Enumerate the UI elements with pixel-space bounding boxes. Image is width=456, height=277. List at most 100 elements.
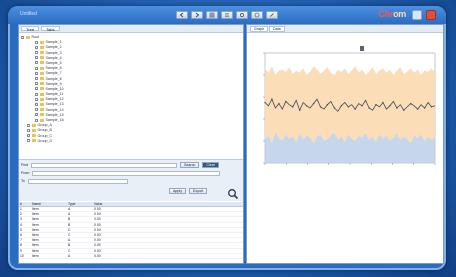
table-cell: Item bbox=[32, 212, 39, 217]
right-panel: Graph Data bbox=[246, 24, 444, 264]
expand-toggle-icon[interactable] bbox=[35, 40, 38, 44]
tree-item-label: Sample_9 bbox=[45, 81, 62, 86]
table-cell: 4 bbox=[20, 222, 22, 227]
line-chart bbox=[263, 52, 436, 165]
grid-icon bbox=[209, 12, 215, 18]
from-label: From bbox=[21, 171, 30, 175]
expand-toggle-icon[interactable] bbox=[35, 56, 38, 60]
folder-icon bbox=[40, 92, 44, 96]
table-cell: Item bbox=[32, 243, 39, 248]
table-cell: 3 bbox=[20, 217, 22, 222]
column-header[interactable]: # bbox=[19, 202, 31, 206]
tree-item-label: Sample_6 bbox=[45, 66, 62, 71]
table-cell: 9 bbox=[20, 248, 22, 253]
column-header[interactable]: Type bbox=[67, 202, 93, 206]
folder-icon bbox=[40, 118, 44, 122]
tree-view: Root Sample_1 Sample_2 Sample_3 Sample_4 Samp… bbox=[21, 35, 241, 157]
arrow-right-icon bbox=[195, 12, 200, 18]
to-input[interactable] bbox=[27, 178, 128, 184]
app-logo: Chrom bbox=[378, 9, 406, 19]
table-cell: A bbox=[68, 207, 71, 211]
apply-button[interactable]: Apply bbox=[169, 188, 186, 194]
expand-toggle-icon[interactable] bbox=[27, 134, 30, 138]
help-button[interactable] bbox=[251, 11, 263, 19]
find-input[interactable] bbox=[31, 162, 177, 168]
folder-icon bbox=[40, 102, 44, 106]
folder-icon bbox=[40, 51, 44, 55]
clear-button[interactable]: Clear bbox=[202, 162, 219, 168]
table-cell: 8 bbox=[20, 243, 22, 248]
expand-toggle-icon[interactable] bbox=[35, 61, 38, 65]
folder-icon bbox=[32, 128, 36, 132]
from-input[interactable] bbox=[32, 170, 221, 176]
expand-toggle-icon[interactable] bbox=[35, 77, 38, 81]
magnifier-icon[interactable] bbox=[227, 188, 239, 200]
expand-toggle-icon[interactable] bbox=[35, 108, 38, 112]
table-body: 1 Item A 0.00 2 Item A 0.00 3 Item B 0.00 4 Item B 0.00… bbox=[19, 207, 243, 259]
expand-toggle-icon[interactable] bbox=[21, 35, 24, 39]
table-cell: 0.00 bbox=[94, 217, 101, 222]
data-point bbox=[403, 109, 405, 111]
table-cell: 0.00 bbox=[94, 253, 101, 258]
data-point bbox=[264, 101, 266, 104]
back-button[interactable] bbox=[176, 11, 188, 19]
expand-toggle-icon[interactable] bbox=[35, 87, 38, 91]
folder-icon bbox=[40, 40, 44, 44]
export-button[interactable]: Export bbox=[189, 188, 208, 194]
data-point bbox=[368, 107, 370, 109]
data-point bbox=[430, 106, 433, 108]
list-button[interactable] bbox=[221, 11, 233, 19]
folder-icon bbox=[40, 97, 44, 101]
expand-toggle-icon[interactable] bbox=[27, 128, 30, 132]
table-cell: 0.00 bbox=[94, 227, 101, 232]
table-cell: B bbox=[68, 217, 71, 222]
folder-icon bbox=[40, 56, 44, 60]
folder-icon bbox=[40, 87, 44, 91]
tree-item[interactable]: Group_D bbox=[21, 139, 241, 144]
folder-icon bbox=[40, 113, 44, 117]
data-point bbox=[292, 106, 294, 108]
expand-toggle-icon[interactable] bbox=[35, 113, 38, 117]
question-icon bbox=[254, 12, 260, 18]
close-button[interactable] bbox=[426, 10, 436, 20]
data-point bbox=[416, 108, 419, 110]
expand-toggle-icon[interactable] bbox=[35, 51, 38, 55]
expand-toggle-icon[interactable] bbox=[35, 118, 38, 122]
tree-item-label: Sample_8 bbox=[45, 76, 62, 81]
folder-icon bbox=[40, 61, 44, 65]
folder-icon bbox=[40, 108, 44, 112]
grid-button[interactable] bbox=[206, 11, 218, 19]
expand-toggle-icon[interactable] bbox=[35, 82, 38, 86]
expand-toggle-icon[interactable] bbox=[27, 139, 30, 143]
tool-button[interactable] bbox=[266, 11, 278, 19]
table-row[interactable]: 10 Item A 0.00 bbox=[19, 254, 243, 259]
minimize-button[interactable] bbox=[412, 10, 422, 20]
tab-tree[interactable]: Tree bbox=[21, 26, 40, 32]
left-panel: Tree Tabs Root Sample_1 Sample_2 Sample_3 Sa… bbox=[18, 24, 244, 264]
expand-toggle-icon[interactable] bbox=[35, 71, 38, 75]
table-cell: 6 bbox=[20, 232, 22, 237]
data-point bbox=[382, 101, 384, 104]
settings-button[interactable] bbox=[236, 11, 248, 19]
expand-toggle-icon[interactable] bbox=[35, 66, 38, 70]
expand-toggle-icon[interactable] bbox=[35, 102, 38, 106]
data-point bbox=[271, 98, 273, 100]
column-header[interactable]: Name bbox=[31, 202, 67, 206]
tree-item-label: Sample_11 bbox=[45, 92, 64, 97]
table-cell: Item bbox=[32, 232, 39, 237]
table-cell: Item bbox=[32, 253, 39, 258]
search-button[interactable]: Search bbox=[180, 162, 200, 168]
table-cell: C bbox=[68, 232, 71, 237]
column-header[interactable]: Value bbox=[93, 202, 133, 206]
tree-item-label: Sample_5 bbox=[45, 60, 62, 65]
expand-toggle-icon[interactable] bbox=[35, 45, 38, 49]
tab-tabs[interactable]: Tabs bbox=[41, 26, 60, 32]
title-bar: Untitled Chrom bbox=[8, 6, 446, 24]
expand-toggle-icon[interactable] bbox=[35, 92, 38, 96]
folder-icon bbox=[32, 123, 36, 127]
table-cell: A bbox=[68, 212, 71, 217]
table-cell: Item bbox=[32, 217, 39, 222]
forward-button[interactable] bbox=[191, 11, 203, 19]
expand-toggle-icon[interactable] bbox=[35, 97, 38, 101]
expand-toggle-icon[interactable] bbox=[27, 123, 30, 127]
